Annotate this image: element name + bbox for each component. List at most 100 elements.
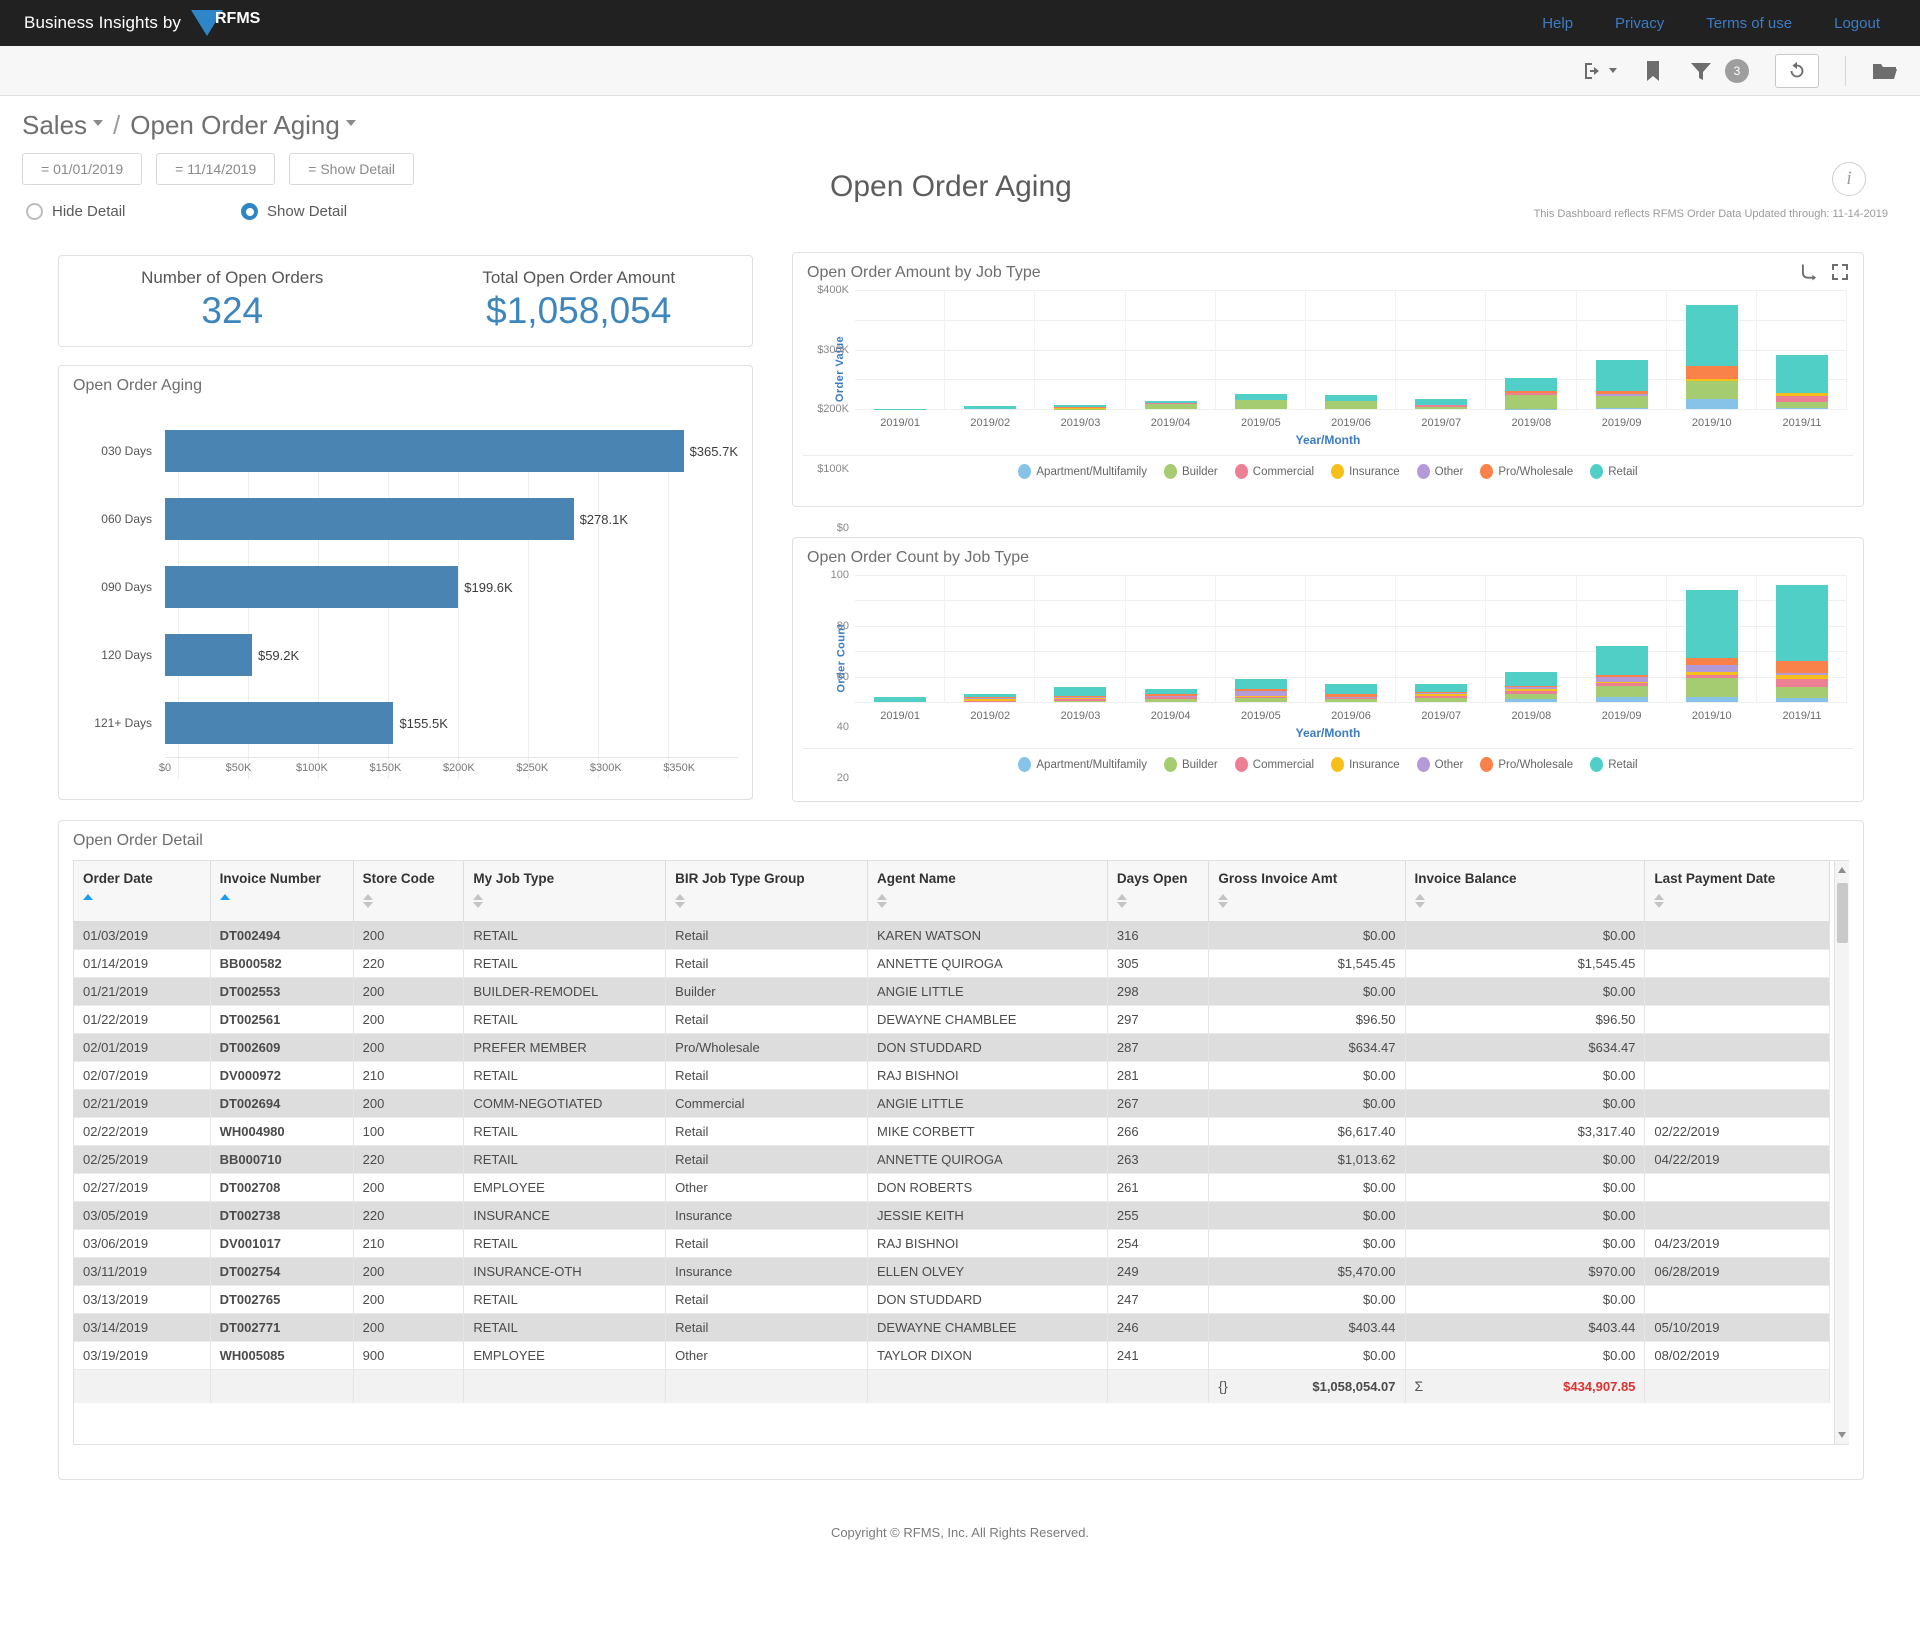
stacked-bar[interactable] (1595, 359, 1648, 409)
folder-button[interactable] (1872, 60, 1898, 82)
info-icon[interactable]: i (1832, 162, 1866, 196)
sort-icon[interactable] (362, 894, 373, 908)
stacked-bar[interactable] (1595, 646, 1648, 702)
table-column-header[interactable]: Gross Invoice Amt (1208, 861, 1406, 922)
breadcrumb-current[interactable]: Open Order Aging (130, 110, 356, 141)
stacked-bar-segment[interactable] (1685, 590, 1738, 658)
stacked-bar-segment[interactable] (1685, 657, 1738, 666)
breadcrumb-parent[interactable]: Sales (22, 110, 104, 141)
sort-icon[interactable] (473, 894, 484, 908)
legend-item[interactable]: Insurance (1331, 757, 1400, 772)
sort-ascending-icon[interactable] (1218, 894, 1229, 900)
stacked-bar-segment[interactable] (1325, 684, 1378, 695)
export-button[interactable] (1581, 59, 1617, 83)
stacked-bar[interactable] (1144, 689, 1197, 702)
stacked-bar-column[interactable] (1216, 290, 1306, 409)
stacked-bar-column[interactable] (1396, 575, 1487, 702)
stacked-bar-segment[interactable] (1595, 395, 1648, 409)
stacked-bar[interactable] (1234, 679, 1287, 702)
aging-bar[interactable] (165, 702, 394, 744)
stacked-bar[interactable] (1415, 684, 1468, 702)
stacked-bar-column[interactable] (1216, 575, 1306, 702)
sort-descending-icon[interactable] (362, 902, 373, 908)
sort-descending-icon[interactable] (877, 902, 888, 908)
table-row[interactable]: 03/06/2019 DV001017 210 RETAIL Retail RAJ BIS… (74, 1229, 1830, 1258)
stacked-bar[interactable] (1054, 686, 1107, 702)
aging-bar[interactable] (165, 634, 252, 676)
stacked-bar-column[interactable] (1757, 575, 1848, 702)
filter-pill-detail[interactable]: = Show Detail (289, 153, 415, 185)
nav-link-logout[interactable]: Logout (1834, 15, 1880, 32)
stacked-bar-segment[interactable] (1054, 686, 1107, 696)
stacked-bar-segment[interactable] (1685, 365, 1738, 379)
stacked-bar[interactable] (964, 406, 1017, 409)
sort-descending-icon[interactable] (473, 902, 484, 908)
stacked-bar[interactable] (1775, 355, 1828, 409)
stacked-bar[interactable] (964, 694, 1017, 702)
sort-icon[interactable] (877, 894, 888, 908)
stacked-bar-segment[interactable] (964, 406, 1017, 409)
stacked-bar[interactable] (1144, 400, 1197, 409)
table-column-header[interactable]: Order Date (74, 861, 211, 922)
sort-icon[interactable] (83, 894, 93, 900)
legend-item[interactable]: Builder (1163, 464, 1218, 479)
legend-item[interactable]: Commercial (1234, 757, 1314, 772)
stacked-bar-column[interactable] (1126, 575, 1216, 702)
stacked-bar-segment[interactable] (1325, 699, 1378, 702)
stacked-bar-segment[interactable] (1685, 677, 1738, 697)
legend-item[interactable]: Apartment/Multifamily (1018, 757, 1147, 772)
stacked-bar-segment[interactable] (1234, 399, 1287, 409)
refresh-button[interactable] (1775, 53, 1819, 88)
stacked-bar-segment[interactable] (1505, 378, 1558, 392)
table-column-header[interactable]: BIR Job Type Group (665, 861, 869, 922)
stacked-bar-column[interactable] (1035, 575, 1126, 702)
stacked-bar-segment[interactable] (1505, 699, 1558, 702)
stacked-bar-column[interactable] (1667, 575, 1757, 702)
table-column-header[interactable]: Store Code (353, 861, 465, 922)
table-row[interactable]: 03/19/2019 WH005085 900 EMPLOYEE Other TAYLOR… (74, 1341, 1830, 1370)
stacked-bar-column[interactable] (1126, 290, 1216, 409)
table-column-header[interactable]: Last Payment Date (1644, 861, 1830, 922)
aging-bar-row[interactable]: 030 Days $365.7K (73, 417, 738, 485)
sort-descending-icon[interactable] (1218, 902, 1229, 908)
scroll-down-icon[interactable] (1838, 1432, 1846, 1438)
stacked-bar-segment[interactable] (1415, 698, 1468, 702)
filter-button[interactable]: 3 (1689, 58, 1749, 83)
scroll-up-icon[interactable] (1838, 867, 1846, 873)
filter-pill-start-date[interactable]: = 01/01/2019 (22, 153, 143, 185)
stacked-bar-segment[interactable] (1595, 646, 1648, 676)
table-row[interactable]: 01/21/2019 DT002553 200 BUILDER-REMODEL Buil… (74, 977, 1830, 1006)
stacked-bar-segment[interactable] (964, 700, 1017, 702)
table-column-header[interactable]: Invoice Balance (1405, 861, 1646, 922)
stacked-bar-segment[interactable] (1415, 406, 1468, 409)
stacked-bar-column[interactable] (1306, 575, 1397, 702)
legend-item[interactable]: Pro/Wholesale (1480, 464, 1573, 479)
stacked-bar-column[interactable] (1396, 290, 1487, 409)
stacked-bar-column[interactable] (1486, 290, 1577, 409)
aging-bar-row[interactable]: 090 Days $199.6K (73, 553, 738, 621)
table-column-header[interactable]: My Job Type (463, 861, 667, 922)
sort-icon[interactable] (1654, 894, 1665, 908)
stacked-bar-segment[interactable] (1595, 696, 1648, 702)
sort-ascending-icon[interactable] (362, 894, 373, 900)
nav-link-terms[interactable]: Terms of use (1706, 15, 1792, 32)
stacked-bar-column[interactable] (855, 290, 946, 409)
stacked-bar-segment[interactable] (1505, 395, 1558, 409)
nav-link-privacy[interactable]: Privacy (1615, 15, 1664, 32)
aging-bar[interactable] (165, 566, 459, 608)
stacked-bar[interactable] (1054, 405, 1107, 409)
stacked-bar-column[interactable] (1577, 290, 1667, 409)
stacked-bar-segment[interactable] (1775, 407, 1828, 409)
stacked-bar[interactable] (1685, 304, 1738, 409)
stacked-bar-segment[interactable] (1685, 380, 1738, 400)
sort-descending-icon[interactable] (1116, 902, 1127, 908)
stacked-bar-segment[interactable] (874, 696, 927, 702)
stacked-bar-column[interactable] (1306, 290, 1397, 409)
stacked-bar-column[interactable] (1486, 575, 1577, 702)
stacked-bar[interactable] (1234, 393, 1287, 409)
nav-link-help[interactable]: Help (1542, 15, 1573, 32)
sort-ascending-icon[interactable] (1414, 894, 1425, 900)
stacked-bar-segment[interactable] (1595, 408, 1648, 409)
sort-icon[interactable] (675, 894, 686, 908)
drill-down-icon[interactable] (1801, 263, 1818, 281)
